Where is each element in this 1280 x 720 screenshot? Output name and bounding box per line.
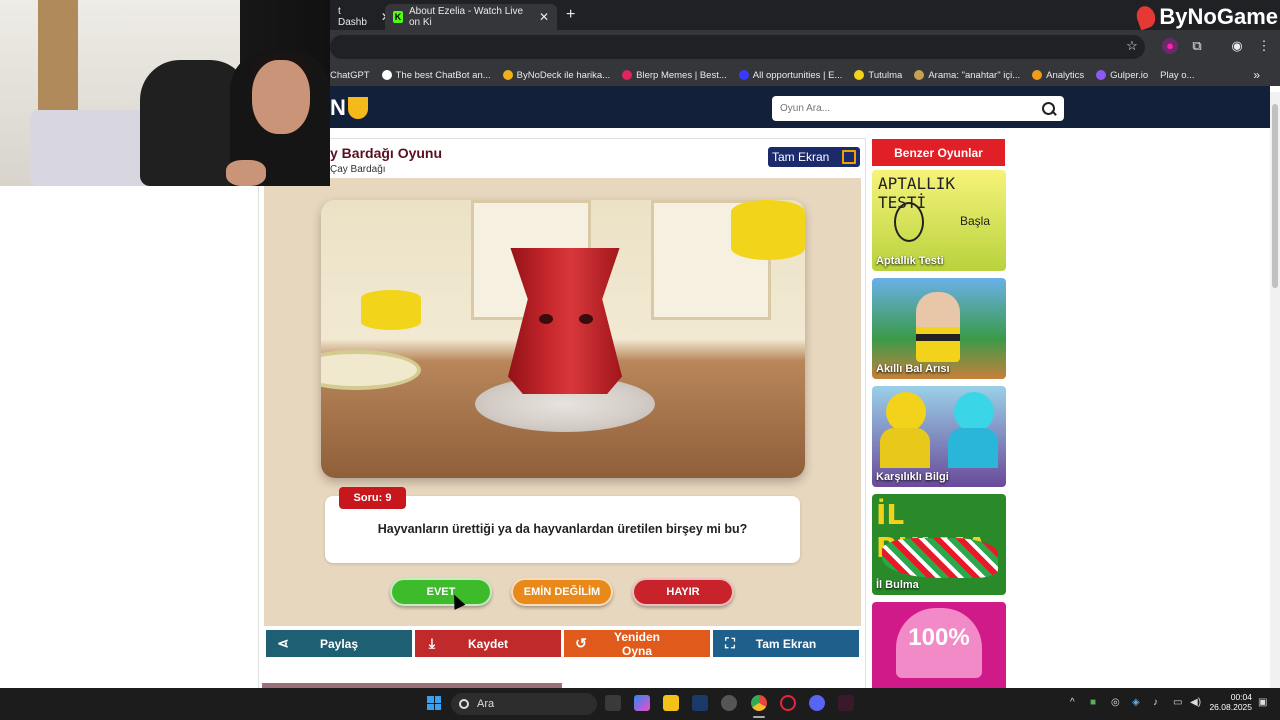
fullscreen-button[interactable]: ⛶ Tam Ekran: [713, 630, 859, 657]
search-input[interactable]: [780, 103, 1042, 114]
similar-game-title: Akıllı Bal Arısı: [876, 363, 950, 375]
fullscreen-button-top[interactable]: Tam Ekran: [768, 147, 860, 167]
tutulma-icon: [854, 70, 865, 80]
trophy-icon: [347, 97, 368, 119]
expand-icon: ⛶: [725, 635, 735, 651]
bookmark-item[interactable]: Arama: "anahtar" içi...: [914, 70, 1020, 81]
game-breadcrumb[interactable]: Çay Bardağı: [330, 164, 386, 175]
question-number-badge: Soru: 9: [339, 487, 406, 509]
network-icon[interactable]: ▭: [1173, 697, 1182, 708]
search-icon[interactable]: [1042, 101, 1056, 116]
kick-favicon-icon: K: [393, 11, 403, 23]
streamer-webcam-overlay: [0, 0, 330, 186]
app-icon[interactable]: [721, 695, 737, 711]
answer-unsure-button[interactable]: EMİN DEĞİLİM: [511, 578, 613, 606]
bookmark-item[interactable]: Blerp Memes | Best...: [622, 70, 727, 81]
bookmark-item[interactable]: Gulper.io: [1096, 70, 1148, 81]
bookmark-item[interactable]: Play o...: [1160, 70, 1194, 81]
close-tab-icon[interactable]: ✕: [539, 10, 549, 24]
tray-app-icon[interactable]: ◈: [1132, 697, 1140, 708]
notifications-icon[interactable]: ▣: [1258, 697, 1267, 708]
bookmark-item[interactable]: Analytics: [1032, 70, 1084, 81]
analytics-icon: [1032, 70, 1043, 80]
save-button[interactable]: ⤓ Kaydet: [415, 630, 561, 657]
logo-letter: N: [330, 95, 346, 120]
similar-game-card[interactable]: APTALLIK TESTİ Başla Aptallık Testi: [872, 170, 1006, 271]
bookmark-item[interactable]: The best ChatBot an...: [381, 70, 491, 81]
extensions-puzzle-icon[interactable]: ⧉: [1189, 38, 1205, 54]
opportunities-icon: [738, 70, 749, 80]
fullscreen-label: Tam Ekran: [772, 150, 830, 164]
search-icon: [459, 699, 469, 709]
address-bar[interactable]: [330, 35, 1145, 59]
clock-time: 00:04: [1230, 692, 1252, 702]
replay-button[interactable]: ↺ Yeniden Oyna: [564, 630, 710, 658]
share-icon: ⋖: [277, 635, 289, 651]
site-logo[interactable]: N: [330, 92, 382, 124]
overlay-brand-text: ByNoGame: [1159, 4, 1278, 29]
volume-icon[interactable]: ◀): [1190, 697, 1201, 708]
scrollbar-thumb[interactable]: [1272, 104, 1278, 288]
similar-game-title: Aptallık Testi: [876, 255, 944, 267]
search-result-icon: [914, 70, 925, 80]
download-icon: ⤓: [428, 635, 436, 651]
blerp-icon: [622, 70, 633, 80]
similar-game-card[interactable]: Karşılıklı Bilgi: [872, 386, 1006, 487]
stick-face-icon: [894, 202, 924, 242]
extension-icon[interactable]: ●: [1162, 38, 1178, 54]
bookmark-item[interactable]: ByNoDeck ile harika...: [502, 70, 610, 81]
bookmark-star-icon[interactable]: ☆: [1124, 38, 1140, 54]
bookmarks-overflow-icon[interactable]: »: [1253, 68, 1260, 82]
game-search-box[interactable]: [772, 96, 1064, 121]
tea-glass-image: [321, 200, 805, 478]
openai-icon: [381, 70, 392, 80]
bookmark-item[interactable]: Tutulma: [854, 70, 902, 81]
share-button[interactable]: ⋖ Paylaş: [266, 630, 412, 657]
browser-tab-active[interactable]: K About Ezelia - Watch Live on Ki ✕: [385, 4, 557, 30]
similar-game-title: Karşılıklı Bilgi: [876, 471, 949, 483]
tab-title: About Ezelia - Watch Live on Ki: [408, 6, 524, 28]
new-tab-icon[interactable]: +: [566, 6, 575, 24]
nvidia-icon[interactable]: ■: [1090, 697, 1096, 708]
expand-icon: [842, 150, 856, 164]
flame-icon: [1134, 3, 1159, 31]
discord-icon[interactable]: [809, 695, 825, 711]
clock-date: 26.08.2025: [1209, 702, 1252, 712]
similar-game-card[interactable]: 100%: [872, 602, 1006, 688]
similar-games-heading: Benzer Oyunlar: [872, 139, 1005, 166]
profile-icon[interactable]: ◉: [1229, 38, 1245, 54]
game-title: y Bardağı Oyunu: [330, 145, 443, 161]
app-icon[interactable]: [838, 695, 854, 711]
bynodeck-icon: [502, 70, 513, 80]
microphone-icon[interactable]: ♪: [1153, 697, 1158, 708]
copilot-icon[interactable]: [634, 695, 650, 711]
question-text: Hayvanların ürettiği ya da hayvanlardan …: [377, 522, 748, 536]
turkey-map-icon: [882, 538, 998, 578]
steam-icon[interactable]: [692, 695, 708, 711]
similar-game-title: İl Bulma: [876, 579, 919, 591]
taskbar-search[interactable]: Ara: [451, 693, 597, 715]
similar-game-card[interactable]: Akıllı Bal Arısı: [872, 278, 1006, 379]
chrome-icon[interactable]: [751, 695, 767, 711]
taskbar-clock[interactable]: 00:04 26.08.2025: [1208, 692, 1252, 712]
answer-yes-button[interactable]: EVET: [390, 578, 492, 606]
bookmark-item[interactable]: ChatGPT: [330, 70, 370, 81]
bynogame-overlay-logo: ByNoGame: [1134, 0, 1280, 34]
tray-app-icon[interactable]: ◎: [1111, 697, 1120, 708]
browser-tab[interactable]: t Dashb ✕: [330, 4, 391, 30]
tray-expand-icon[interactable]: ^: [1070, 697, 1075, 708]
opera-icon[interactable]: [780, 695, 796, 711]
gulper-icon: [1096, 70, 1107, 80]
tab-title: t Dashb: [338, 6, 367, 28]
windows-start-icon[interactable]: [427, 696, 441, 710]
bookmark-item[interactable]: All opportunities | E...: [738, 70, 842, 81]
file-explorer-icon[interactable]: [663, 695, 679, 711]
task-view-icon[interactable]: [605, 695, 621, 711]
answer-no-button[interactable]: HAYIR: [632, 578, 734, 606]
replay-icon: ↺: [575, 635, 587, 651]
similar-game-card[interactable]: İL BULMA İl Bulma: [872, 494, 1006, 595]
browser-menu-icon[interactable]: ⋮: [1256, 38, 1272, 54]
